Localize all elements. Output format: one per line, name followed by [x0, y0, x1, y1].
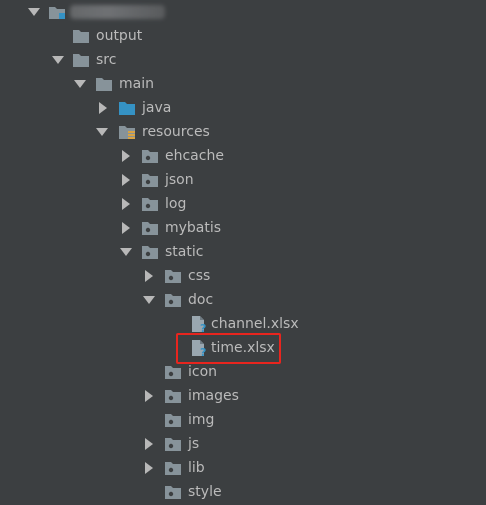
package-folder-icon	[164, 291, 182, 309]
package-folder-icon	[164, 435, 182, 453]
package-folder-icon	[164, 459, 182, 477]
tree-item-label: log	[165, 196, 187, 212]
collapse-arrow-icon[interactable]	[94, 120, 110, 144]
tree-row-static[interactable]: static	[0, 240, 486, 264]
source-folder-icon	[118, 99, 136, 117]
module-icon	[48, 3, 66, 21]
folder-icon	[72, 27, 90, 45]
expand-arrow-icon[interactable]	[140, 384, 156, 408]
tree-item-label: mybatis	[165, 220, 222, 236]
tree-item-label: resources	[142, 124, 210, 140]
package-folder-icon	[164, 267, 182, 285]
folder-icon	[72, 51, 90, 69]
tree-row-resources[interactable]: resources	[0, 120, 486, 144]
tree-item-label: static	[165, 244, 204, 260]
tree-row-images[interactable]: images	[0, 384, 486, 408]
collapse-arrow-icon[interactable]	[26, 0, 42, 24]
package-folder-icon	[164, 483, 182, 501]
tree-row-main[interactable]: main	[0, 72, 486, 96]
tree-item-label: main	[119, 76, 154, 92]
package-folder-icon	[164, 411, 182, 429]
tree-item-label: java	[142, 100, 172, 116]
tree-row-doc[interactable]: doc	[0, 288, 486, 312]
package-folder-icon	[164, 363, 182, 381]
tree-row-ehcache[interactable]: ehcache	[0, 144, 486, 168]
expand-arrow-icon[interactable]	[117, 216, 133, 240]
tree-item-label: js	[188, 436, 200, 452]
tree-row-module[interactable]	[0, 0, 486, 24]
package-folder-icon	[141, 219, 159, 237]
expand-arrow-icon[interactable]	[140, 456, 156, 480]
package-folder-icon	[164, 387, 182, 405]
package-folder-icon	[141, 171, 159, 189]
tree-row-js[interactable]: js	[0, 432, 486, 456]
package-folder-icon	[141, 195, 159, 213]
package-folder-icon	[141, 147, 159, 165]
collapse-arrow-icon[interactable]	[72, 72, 88, 96]
tree-row-css[interactable]: css	[0, 264, 486, 288]
tree-row-output[interactable]: output	[0, 24, 486, 48]
tree-item-label: json	[165, 172, 194, 188]
tree-item-label: ehcache	[165, 148, 224, 164]
expand-arrow-icon[interactable]	[140, 432, 156, 456]
project-tree[interactable]: output src main java resources ehcache j…	[0, 0, 486, 505]
annotation-highlight-box	[176, 333, 281, 364]
tree-row-json[interactable]: json	[0, 168, 486, 192]
tree-row-java[interactable]: java	[0, 96, 486, 120]
tree-item-label: src	[96, 52, 117, 68]
tree-item-label: output	[96, 28, 143, 44]
tree-row-lib[interactable]: lib	[0, 456, 486, 480]
unknown-file-icon: ?	[189, 315, 207, 335]
tree-row-log[interactable]: log	[0, 192, 486, 216]
tree-item-label: doc	[188, 292, 214, 308]
tree-item-label: css	[188, 268, 211, 284]
tree-item-label: lib	[188, 460, 205, 476]
package-folder-icon	[141, 243, 159, 261]
tree-item-label: style	[188, 484, 222, 500]
expand-arrow-icon[interactable]	[117, 192, 133, 216]
tree-item-label: images	[188, 388, 239, 404]
expand-arrow-icon[interactable]	[94, 96, 110, 120]
redacted-project-name	[70, 5, 165, 19]
expand-arrow-icon[interactable]	[140, 264, 156, 288]
folder-icon	[95, 75, 113, 93]
collapse-arrow-icon[interactable]	[118, 240, 134, 264]
tree-row-img[interactable]: img	[0, 408, 486, 432]
tree-item-label: img	[188, 412, 215, 428]
collapse-arrow-icon[interactable]	[50, 48, 66, 72]
expand-arrow-icon[interactable]	[117, 168, 133, 192]
expand-arrow-icon[interactable]	[117, 144, 133, 168]
tree-row-style[interactable]: style	[0, 480, 486, 504]
tree-row-mybatis[interactable]: mybatis	[0, 216, 486, 240]
svg-text:?: ?	[200, 322, 206, 333]
resources-folder-icon	[118, 123, 136, 141]
tree-row-src[interactable]: src	[0, 48, 486, 72]
collapse-arrow-icon[interactable]	[141, 288, 157, 312]
